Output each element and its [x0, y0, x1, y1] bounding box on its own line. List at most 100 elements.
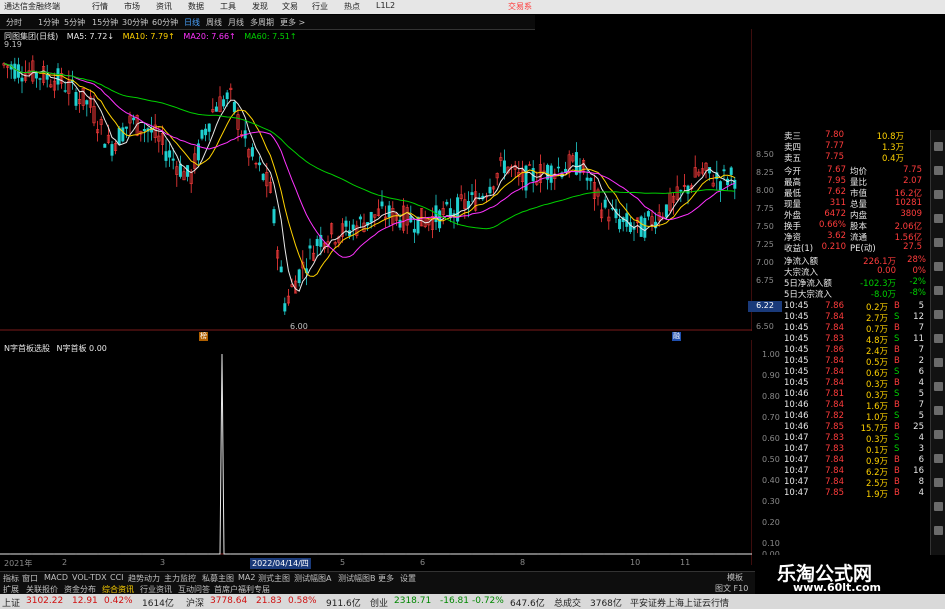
candle-body	[502, 160, 506, 174]
tick-time: 10:46	[784, 389, 809, 399]
dock-icon[interactable]	[934, 238, 943, 247]
total-value: 3768亿	[590, 599, 622, 609]
period-tab-active[interactable]: 日线	[184, 17, 200, 28]
indicator-tab[interactable]: MA2	[238, 573, 255, 582]
menu-item[interactable]: 市场	[124, 1, 140, 12]
period-tab[interactable]: 更多 >	[280, 17, 305, 28]
indicator-tick: 0.70	[762, 413, 780, 422]
period-tab[interactable]: 15分钟	[92, 17, 118, 28]
flow-pct: -2%	[909, 277, 926, 287]
stat-key: PE(动)	[850, 244, 876, 254]
candle-body	[142, 129, 146, 132]
tick-time: 10:47	[784, 455, 809, 465]
candle-body	[729, 167, 733, 175]
menu-item[interactable]: 资讯	[156, 1, 172, 12]
candle-body	[214, 106, 218, 112]
period-tab[interactable]: 5分钟	[64, 17, 85, 28]
dock-icon[interactable]	[934, 190, 943, 199]
dock-icon[interactable]	[934, 286, 943, 295]
candle-body	[232, 101, 236, 113]
candle-body	[222, 99, 226, 107]
dock-icon[interactable]	[934, 430, 943, 439]
menu-item[interactable]: 行情	[92, 1, 108, 12]
price-tick: 7.25	[756, 240, 774, 249]
indicator-chart[interactable]	[0, 340, 752, 565]
indicator-tab[interactable]: MACD	[44, 573, 68, 582]
indicator-signal-line	[0, 353, 752, 555]
dock-icon[interactable]	[934, 334, 943, 343]
tick-time: 10:45	[784, 312, 809, 322]
tick-price: 7.84	[825, 312, 844, 322]
signal-dot	[735, 553, 737, 555]
flow-pct: -8%	[909, 288, 926, 298]
right-dock	[930, 130, 945, 590]
indicator-tab[interactable]: VOL-TDX	[72, 573, 107, 582]
trade-menu[interactable]: 交易系	[508, 1, 532, 12]
candle-body	[20, 77, 24, 82]
tick-price: 7.81	[825, 389, 844, 399]
menu-item[interactable]: 行业	[312, 1, 328, 12]
info-tab-bar: 扩展 关联报价 资金分布 综合资讯 行业资讯 互动问答 首席户福利专届	[0, 583, 755, 594]
tick-time: 10:45	[784, 356, 809, 366]
dock-icon[interactable]	[934, 166, 943, 175]
period-tab[interactable]: 分时	[6, 17, 22, 28]
tick-count: 25	[913, 422, 924, 432]
period-tab[interactable]: 1分钟	[38, 17, 59, 28]
tick-count: 8	[918, 477, 924, 487]
candle-body	[470, 192, 474, 196]
ma5-line	[3, 63, 736, 292]
dock-icon[interactable]	[934, 478, 943, 487]
dock-icon[interactable]	[934, 526, 943, 535]
signal-dot	[581, 553, 583, 555]
period-tab[interactable]: 多周期	[250, 17, 274, 28]
menu-item[interactable]: L1L2	[376, 1, 395, 10]
dock-icon[interactable]	[934, 406, 943, 415]
indicator-tab[interactable]: CCI	[110, 573, 124, 582]
dock-icon[interactable]	[934, 142, 943, 151]
candle-body	[121, 127, 125, 142]
month-label: 10	[630, 558, 641, 567]
index-change: 21.83	[256, 596, 282, 606]
flow-value: 0.00	[877, 266, 896, 276]
signal-dot	[427, 553, 429, 555]
period-tab[interactable]: 30分钟	[122, 17, 148, 28]
current-price-tag: 6.22	[748, 301, 782, 312]
stat-value: 27.5	[903, 242, 922, 252]
menu-item[interactable]: 数据	[188, 1, 204, 12]
dock-icon[interactable]	[934, 358, 943, 367]
f10-tab[interactable]: 图文 F10	[715, 583, 748, 594]
dock-icon[interactable]	[934, 382, 943, 391]
menu-item[interactable]: 热点	[344, 1, 360, 12]
tick-time: 10:47	[784, 488, 809, 498]
dock-icon[interactable]	[934, 454, 943, 463]
tick-count: 7	[918, 345, 924, 355]
period-tab[interactable]: 周线	[206, 17, 222, 28]
template-tab[interactable]: 模板	[727, 572, 743, 583]
tick-count: 16	[913, 466, 924, 476]
candle-body	[85, 100, 89, 105]
tick-price: 7.84	[825, 367, 844, 377]
kline-chart[interactable]: 9.19 6.00	[0, 29, 752, 331]
stat-value: 3.62	[827, 231, 846, 241]
candle-body	[283, 303, 287, 312]
menu-item[interactable]: 工具	[220, 1, 236, 12]
menu-item[interactable]: 发现	[252, 1, 268, 12]
candle-body	[164, 151, 168, 161]
dock-icon[interactable]	[934, 214, 943, 223]
dock-icon[interactable]	[934, 262, 943, 271]
tick-side: S	[894, 444, 900, 454]
candle-body	[412, 228, 416, 233]
tick-time: 10:45	[784, 367, 809, 377]
index-value: 3778.64	[210, 596, 248, 606]
candle-body	[639, 216, 643, 237]
period-tab[interactable]: 60分钟	[152, 17, 178, 28]
flow-pct: 0%	[912, 266, 927, 276]
ma60-line	[3, 63, 735, 230]
dock-icon[interactable]	[934, 310, 943, 319]
period-tab[interactable]: 月线	[228, 17, 244, 28]
dock-icon[interactable]	[934, 502, 943, 511]
tick-price: 7.85	[825, 488, 844, 498]
candle-body	[603, 199, 607, 208]
year-label: 2021年	[4, 559, 33, 568]
menu-item[interactable]: 文易	[282, 1, 298, 12]
